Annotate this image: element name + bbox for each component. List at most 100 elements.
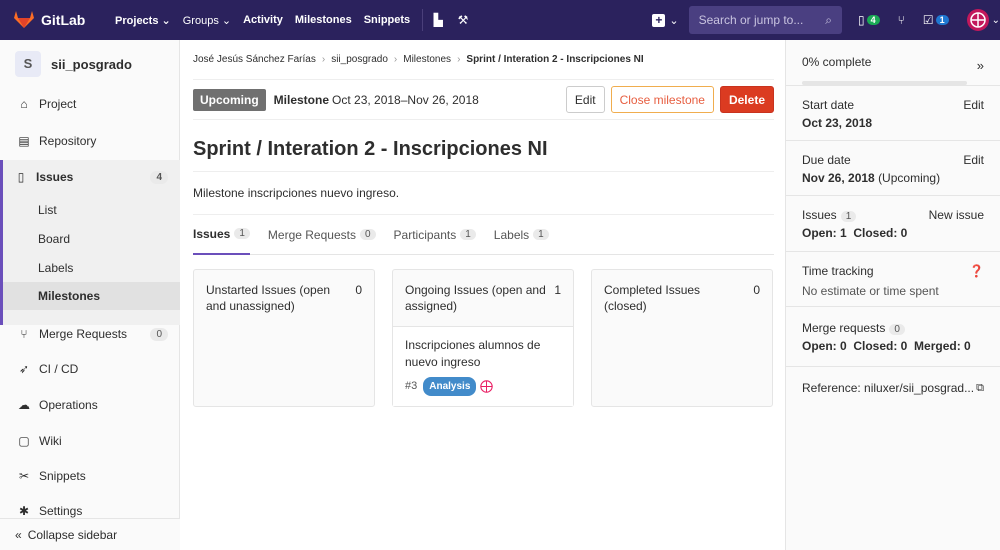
search-input[interactable]: Search or jump to... ⌕ — [688, 6, 842, 34]
sidebar-sub-board[interactable]: Board — [0, 232, 180, 246]
breadcrumb-project[interactable]: sii_posgrado — [331, 54, 388, 65]
collapse-sidebar-button[interactable]: « Collapse sidebar — [0, 518, 180, 550]
edit-start-date-link[interactable]: Edit — [963, 98, 984, 112]
sidebar-item-settings[interactable]: ✱ Settings — [0, 504, 180, 518]
sidebar-item-issues[interactable]: ▯ Issues 4 — [0, 170, 180, 184]
board-ongoing: Ongoing Issues (open and assigned) 1 Ins… — [392, 269, 574, 407]
merge-requests-icon[interactable]: ⑂ — [898, 13, 905, 27]
double-chevron-left-icon: « — [15, 527, 22, 542]
nav-milestones[interactable]: Milestones — [295, 14, 352, 26]
start-date-block: Start date Edit Oct 23, 2018 — [786, 86, 1000, 141]
sidebar-item-cicd[interactable]: ➶ CI / CD — [0, 362, 180, 376]
sidebar-item-project[interactable]: ⌂ Project — [0, 97, 180, 111]
delete-button[interactable]: Delete — [719, 86, 774, 113]
edit-button[interactable]: Edit — [565, 86, 605, 113]
gitlab-home-link[interactable]: GitLab — [14, 11, 115, 29]
search-icon: ⌕ — [825, 12, 832, 27]
chevron-down-icon[interactable]: ⌄ — [992, 15, 1000, 26]
chart-icon[interactable]: ▙ — [433, 12, 444, 28]
copy-icon[interactable]: ⧉ — [976, 382, 984, 395]
user-avatar[interactable] — [966, 9, 989, 31]
nav-snippets[interactable]: Snippets — [364, 14, 410, 26]
assignee-avatar-icon[interactable] — [480, 380, 494, 393]
merge-requests-block: Merge requests 0 Open: 0 Closed: 0 Merged… — [786, 307, 1000, 367]
progress-bar — [802, 81, 967, 85]
help-icon[interactable]: ❓ — [969, 264, 984, 278]
sidebar-sub-labels[interactable]: Labels — [0, 261, 180, 275]
label-analysis[interactable]: Analysis — [423, 377, 477, 396]
tab-issues[interactable]: Issues 1 — [193, 215, 250, 255]
rocket-icon: ➶ — [18, 362, 30, 376]
breadcrumb-milestones[interactable]: Milestones — [403, 54, 451, 65]
merge-requests-summary: Open: 0 Closed: 0 Merged: 0 — [802, 339, 971, 353]
nav-groups[interactable]: Groups ⌄ — [183, 14, 231, 27]
board-title: Ongoing Issues (open and assigned) — [405, 283, 546, 313]
breadcrumb-user[interactable]: José Jesús Sánchez Farías — [193, 54, 316, 65]
right-sidebar: 0% complete » Start date Edit Oct 23, 20… — [785, 40, 1000, 550]
avatar-pattern-icon — [969, 12, 986, 28]
sidebar-item-wiki[interactable]: ▢ Wiki — [0, 434, 180, 448]
todos-count-badge: 1 — [935, 15, 949, 25]
new-dropdown-button[interactable]: + ⌄ — [652, 13, 679, 27]
edit-due-date-link[interactable]: Edit — [963, 153, 984, 167]
page-title: Sprint / Interation 2 - Inscripciones NI — [193, 138, 774, 172]
board-title: Unstarted Issues (open and unassigned) — [206, 283, 331, 313]
time-tracking-value: No estimate or time spent — [802, 284, 939, 298]
milestone-tabs: Issues 1 Merge Requests 0 Participants 1 La… — [193, 215, 774, 255]
home-icon: ⌂ — [20, 97, 28, 111]
sidebar-item-operations[interactable]: ☁ Operations — [0, 398, 180, 412]
tab-labels[interactable]: Labels 1 — [494, 215, 549, 255]
board-count: 0 — [753, 283, 760, 297]
expand-sidebar-icon[interactable]: » — [977, 58, 984, 73]
tab-participants[interactable]: Participants 1 — [394, 215, 476, 255]
issues-icon: ▯ — [17, 170, 25, 184]
sidebar-item-merge-requests[interactable]: ⑂ Merge Requests 0 — [0, 327, 180, 341]
issues-block: Issues 1 New issue Open: 1 Closed: 0 — [786, 196, 1000, 252]
board-count: 0 — [355, 283, 362, 297]
book-open-icon: ▢ — [18, 434, 30, 448]
project-header[interactable]: S sii_posgrado — [0, 40, 179, 88]
close-milestone-button[interactable]: Close milestone — [610, 86, 714, 113]
breadcrumb-current[interactable]: Sprint / Interation 2 - Inscripciones NI — [466, 54, 643, 65]
due-date-label: Due date — [802, 153, 851, 167]
issues-counter[interactable]: ▯ 4 — [858, 13, 880, 27]
left-sidebar: S sii_posgrado ⌂ Project ▤ Repository ▯ Iss… — [0, 40, 180, 550]
nav-activity[interactable]: Activity — [243, 14, 283, 26]
merge-requests-label: Merge requests 0 — [802, 321, 984, 335]
tab-merge-requests[interactable]: Merge Requests 0 — [268, 215, 376, 255]
sidebar-item-repository[interactable]: ▤ Repository — [0, 134, 180, 148]
milestone-header: Upcoming Milestone Oct 23, 2018–Nov 26, 2… — [193, 80, 774, 120]
issue-reference: #3 — [405, 380, 418, 392]
reference-block: Reference: niluxer/sii_posgrad... ⧉ — [786, 367, 1000, 405]
issue-card[interactable]: Inscripciones alumnos de nuevo ingreso #… — [393, 326, 573, 406]
merge-requests-count: 0 — [150, 327, 168, 341]
nav-projects[interactable]: Projects ⌄ — [115, 14, 171, 27]
sidebar-sub-list[interactable]: List — [0, 203, 180, 217]
todos-icon: ☑ — [922, 13, 934, 27]
search-placeholder: Search or jump to... — [698, 13, 804, 27]
time-tracking-label: Time tracking — [802, 264, 874, 278]
new-issue-link[interactable]: New issue — [929, 208, 984, 222]
sidebar-sub-milestones[interactable]: Milestones — [0, 282, 180, 310]
todos-counter[interactable]: ☑ 1 — [923, 13, 949, 27]
merge-request-icon: ⑂ — [20, 327, 28, 341]
nav-divider — [422, 9, 423, 31]
progress-block: 0% complete » — [786, 40, 1000, 86]
sidebar-item-snippets[interactable]: ✂ Snippets — [0, 469, 180, 483]
reference-text: Reference: niluxer/sii_posgrad... — [802, 381, 975, 395]
cloud-gear-icon: ☁ — [18, 398, 30, 412]
wrench-icon[interactable]: ⚒ — [458, 12, 469, 28]
milestone-description: Milestone inscripciones nuevo ingreso. — [193, 186, 774, 215]
breadcrumb-separator-icon: › — [457, 54, 461, 65]
board-count: 1 — [554, 283, 561, 297]
board-completed: Completed Issues (closed) 0 — [591, 269, 773, 407]
due-date-value: Nov 26, 2018 (Upcoming) — [802, 171, 941, 185]
status-badge: Upcoming — [193, 88, 266, 111]
issue-title[interactable]: Inscripciones alumnos de nuevo ingreso — [405, 337, 561, 371]
breadcrumb: José Jesús Sánchez Farías › sii_posgrado… — [193, 40, 774, 80]
breadcrumb-separator-icon: › — [393, 54, 398, 65]
project-avatar: S — [15, 51, 41, 77]
plus-icon: + — [652, 13, 666, 27]
gitlab-logo-icon — [14, 11, 34, 28]
project-name: sii_posgrado — [51, 56, 132, 72]
